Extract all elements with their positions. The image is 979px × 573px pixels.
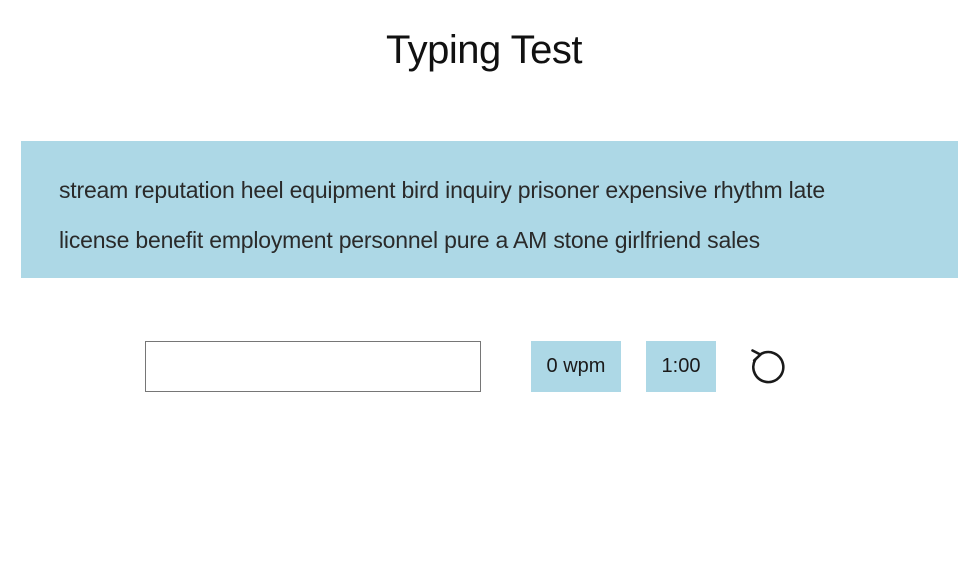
typing-test-page: Typing Test stream reputation heel equip… xyxy=(0,0,979,573)
restart-button[interactable] xyxy=(744,346,788,386)
timer-display: 1:00 xyxy=(646,341,716,392)
word-prompt-box: stream reputation heel equipment bird in… xyxy=(21,141,958,278)
restart-icon xyxy=(751,349,785,384)
typing-input[interactable] xyxy=(145,341,481,392)
word-line: license benefit employment personnel pur… xyxy=(59,227,760,253)
page-title: Typing Test xyxy=(385,28,583,72)
word-line: stream reputation heel equipment bird in… xyxy=(59,177,825,203)
wpm-display: 0 wpm xyxy=(531,341,621,392)
